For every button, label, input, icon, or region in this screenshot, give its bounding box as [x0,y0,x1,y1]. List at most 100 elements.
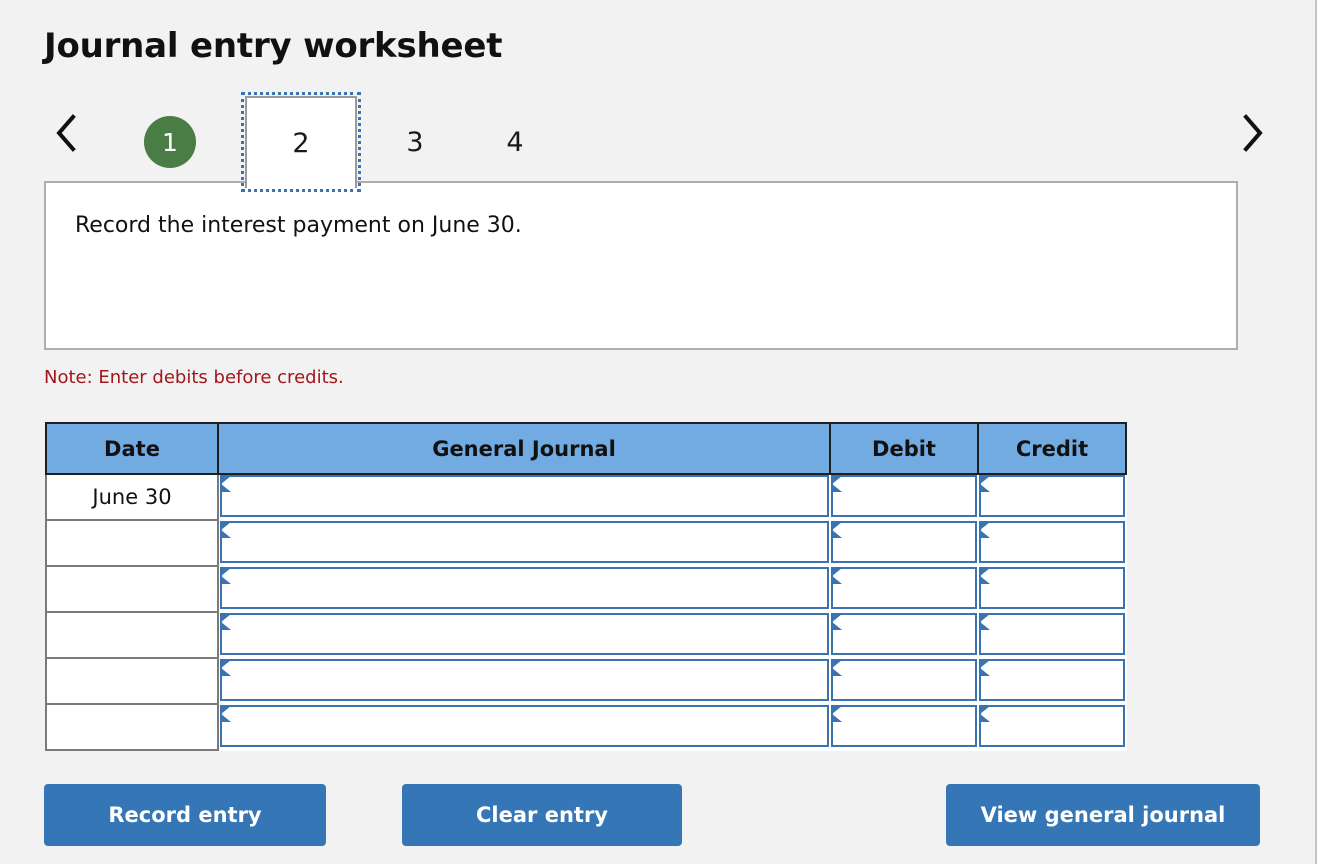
column-header-credit: Credit [977,422,1127,475]
row-2-debit-input[interactable] [847,568,973,607]
row-3-credit-field[interactable] [979,612,1125,655]
row-0-account-field[interactable] [220,475,829,517]
row-3-credit-input[interactable] [995,614,1121,653]
row-2-credit-cell [978,566,1126,612]
row-0-credit-cell [978,474,1126,520]
content-pane: Journal entry worksheet 1 2 3 4 Record t… [0,0,1317,864]
worksheet-page: Journal entry worksheet 1 2 3 4 Record t… [0,0,1328,864]
row-4-account-input[interactable] [236,660,825,699]
pager-step-1[interactable]: 1 [140,96,200,188]
row-0-debit-field[interactable] [831,475,977,517]
column-header-debit: Debit [829,422,979,475]
row-5-debit-input[interactable] [847,706,973,745]
row-3-debit-field[interactable] [831,612,977,655]
row-2-debit-field[interactable] [831,566,977,609]
row-0-debit-cell [830,474,978,520]
table-row [45,657,1126,705]
table-row: June 30 [45,473,1126,521]
row-0-debit-input[interactable] [847,477,973,515]
field-arrow-icon [832,476,842,492]
column-header-general-journal: General Journal [217,422,831,475]
row-4-account-cell [218,658,830,704]
row-3-account-cell [218,612,830,658]
row-1-account-field[interactable] [220,520,829,563]
record-entry-button[interactable]: Record entry [44,784,326,846]
field-arrow-icon [980,705,990,722]
field-arrow-icon [221,705,231,722]
row-0-account-cell [218,474,830,520]
row-1-debit-field[interactable] [831,520,977,563]
row-2-account-input[interactable] [236,568,825,607]
field-arrow-icon [832,521,842,538]
field-arrow-icon [221,476,231,492]
row-1-credit-field[interactable] [979,520,1125,563]
row-3-account-input[interactable] [236,614,825,653]
row-4-account-field[interactable] [220,658,829,701]
journal-table-body: June 30 [45,473,1126,751]
row-1-date [45,519,219,567]
field-arrow-icon [980,567,990,584]
table-row [45,565,1126,613]
instruction-text: Record the interest payment on June 30. [75,213,522,238]
row-5-account-input[interactable] [236,706,825,745]
row-4-debit-field[interactable] [831,658,977,701]
row-4-credit-input[interactable] [995,660,1121,699]
field-arrow-icon [832,659,842,676]
table-header-row: Date General Journal Debit Credit [45,422,1127,475]
row-1-credit-input[interactable] [995,522,1121,561]
row-5-account-cell [218,704,830,750]
pager-step-3-label: 3 [406,126,424,158]
row-3-debit-cell [830,612,978,658]
row-1-account-input[interactable] [236,522,825,561]
row-0-account-input[interactable] [236,477,825,515]
row-5-date [45,703,219,751]
instruction-panel: Record the interest payment on June 30. [44,181,1238,350]
row-1-credit-cell [978,520,1126,566]
row-0-credit-input[interactable] [995,477,1121,515]
row-0-credit-field[interactable] [979,475,1125,517]
field-arrow-icon [980,659,990,676]
pager-step-3[interactable]: 3 [385,96,445,188]
table-row [45,703,1126,751]
row-5-credit-field[interactable] [979,704,1125,747]
worksheet-pager: 1 2 3 4 [44,92,1274,192]
row-5-credit-input[interactable] [995,706,1121,745]
field-arrow-icon [221,659,231,676]
row-4-debit-input[interactable] [847,660,973,699]
row-3-account-field[interactable] [220,612,829,655]
pager-step-4[interactable]: 4 [485,96,545,188]
row-3-credit-cell [978,612,1126,658]
row-3-debit-input[interactable] [847,614,973,653]
table-row [45,611,1126,659]
row-2-debit-cell [830,566,978,612]
row-4-date [45,657,219,705]
pager-step-4-label: 4 [506,126,524,158]
row-1-debit-cell [830,520,978,566]
pager-step-2-label: 2 [292,127,310,159]
row-5-credit-cell [978,704,1126,750]
page-title: Journal entry worksheet [44,26,503,66]
previous-page-button[interactable] [44,102,88,164]
row-4-credit-cell [978,658,1126,704]
row-2-account-field[interactable] [220,566,829,609]
row-2-credit-field[interactable] [979,566,1125,609]
chevron-left-icon [53,113,79,153]
journal-entry-table: Date General Journal Debit Credit June 3… [45,422,1127,751]
chevron-right-icon [1239,113,1265,153]
view-general-journal-button[interactable]: View general journal [946,784,1260,846]
row-5-account-field[interactable] [220,704,829,747]
row-1-debit-input[interactable] [847,522,973,561]
clear-entry-button[interactable]: Clear entry [402,784,682,846]
next-page-button[interactable] [1230,102,1274,164]
row-2-account-cell [218,566,830,612]
row-4-credit-field[interactable] [979,658,1125,701]
field-arrow-icon [221,567,231,584]
field-arrow-icon [832,567,842,584]
row-5-debit-cell [830,704,978,750]
pager-step-2[interactable]: 2 [241,92,361,192]
row-5-debit-field[interactable] [831,704,977,747]
row-2-credit-input[interactable] [995,568,1121,607]
field-arrow-icon [221,613,231,630]
field-arrow-icon [980,613,990,630]
field-arrow-icon [980,476,990,492]
